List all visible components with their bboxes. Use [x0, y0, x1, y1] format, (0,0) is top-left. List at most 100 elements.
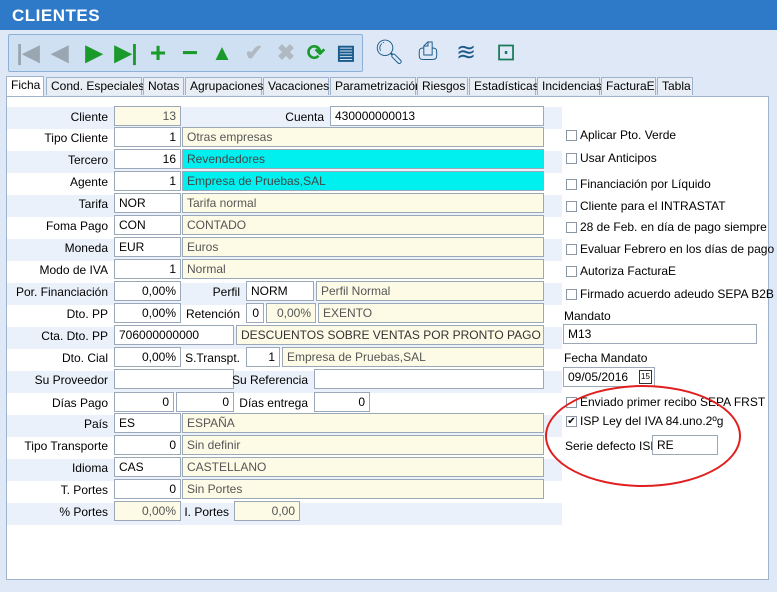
idioma-code[interactable]: CAS [114, 457, 181, 477]
t-portes-desc: Sin Portes [182, 479, 544, 499]
intrastat-label: Cliente para el INTRASTAT [580, 199, 726, 213]
retencion-desc: EXENTO [318, 303, 544, 323]
su-referencia-field[interactable] [314, 369, 544, 389]
dias-entrega-field[interactable]: 0 [314, 392, 370, 412]
tab-tabla[interactable]: Tabla [657, 77, 693, 95]
forma-pago-code[interactable]: CON [114, 215, 181, 235]
s-transpt-desc: Empresa de Pruebas,SAL [282, 347, 544, 367]
delete-icon[interactable]: − [175, 37, 205, 69]
next-icon[interactable]: ▶ [79, 37, 109, 69]
up-icon[interactable]: ▲ [207, 37, 237, 69]
pct-portes-label: % Portes [59, 505, 108, 519]
pais-code[interactable]: ES [114, 413, 181, 433]
tarifa-desc: Tarifa normal [182, 193, 544, 213]
agente-label: Agente [69, 175, 108, 189]
dias-entrega-label: Días entrega [239, 396, 308, 410]
intrastat-checkbox[interactable] [566, 201, 577, 212]
retencion-label: Retención [185, 307, 240, 321]
perfil-label: Perfil [212, 285, 240, 299]
network-icon[interactable]: ≋ [449, 36, 483, 68]
last-icon[interactable]: ▶| [111, 37, 141, 69]
aplicar-pto-verde-checkbox[interactable] [566, 130, 577, 141]
feb28-label: 28 de Feb. en día de pago siempre [580, 220, 767, 234]
window-title: CLIENTES [0, 0, 777, 30]
evaluar-febrero-checkbox[interactable] [566, 244, 577, 255]
agente-code[interactable]: 1 [114, 171, 181, 191]
cuenta-field[interactable]: 430000000013 [330, 106, 544, 126]
idioma-desc: CASTELLANO [182, 457, 544, 477]
tipo-cliente-code[interactable]: 1 [114, 127, 181, 147]
print-icon[interactable]: ⎙ [411, 36, 445, 68]
usar-anticipos-label: Usar Anticipos [580, 151, 657, 165]
tab-cond-especiales[interactable]: Cond. Especiales [46, 77, 144, 95]
refresh-icon[interactable]: ⟳ [301, 37, 331, 69]
calendar-icon[interactable]: 15 [639, 370, 652, 384]
confirm-icon[interactable]: ✔ [239, 37, 269, 69]
tab-vacaciones[interactable]: Vacaciones [263, 77, 329, 95]
tarifa-label: Tarifa [78, 197, 108, 211]
sepa-b2b-checkbox[interactable] [566, 289, 577, 300]
modo-iva-desc: Normal [182, 259, 544, 279]
por-financiacion-label: Por. Financiación [15, 285, 108, 299]
tab-riesgos[interactable]: Riesgos [417, 77, 468, 95]
add-icon[interactable]: + [143, 37, 173, 69]
pais-label: País [83, 417, 108, 431]
search-icon[interactable]: 🔍︎ [372, 36, 406, 68]
tab-agrupaciones[interactable]: Agrupaciones [185, 77, 263, 95]
perfil-desc: Perfil Normal [316, 281, 544, 301]
cliente-field[interactable]: 13 [114, 106, 181, 126]
mandato-label: Mandato [564, 309, 611, 323]
tab-ficha[interactable]: Ficha [6, 76, 44, 96]
moneda-code[interactable]: EUR [114, 237, 181, 257]
pais-desc: ESPAÑA [182, 413, 544, 433]
autoriza-facturae-label: Autoriza FacturaE [580, 264, 677, 278]
dias-pago-label: Días Pago [51, 396, 108, 410]
i-portes-field: 0,00 [234, 501, 300, 521]
tab-parametrizacion[interactable]: Parametrización [330, 77, 422, 95]
tarifa-code[interactable]: NOR [114, 193, 181, 213]
tipo-transporte-desc: Sin definir [182, 435, 544, 455]
tercero-code[interactable]: 16 [114, 149, 181, 169]
list-icon[interactable]: ▤ [331, 37, 361, 69]
tab-estadisticas[interactable]: Estadísticas [469, 77, 539, 95]
dto-pp-label: Dto. PP [66, 307, 108, 321]
moneda-desc: Euros [182, 237, 544, 257]
financiacion-liquido-label: Financiación por Líquido [580, 177, 711, 191]
retencion-code[interactable]: 0 [246, 303, 264, 323]
tipo-cliente-label: Tipo Cliente [44, 131, 108, 145]
su-proveedor-label: Su Proveedor [34, 373, 108, 387]
cta-dto-pp-desc: DESCUENTOS SOBRE VENTAS POR PRONTO PAGO … [236, 325, 544, 345]
t-portes-code[interactable]: 0 [114, 479, 181, 499]
tipo-transporte-code[interactable]: 0 [114, 435, 181, 455]
tab-notas[interactable]: Notas [143, 77, 184, 95]
exit-icon[interactable]: ⊡ [489, 36, 523, 68]
tipo-cliente-desc: Otras empresas [182, 127, 544, 147]
tab-incidencias[interactable]: Incidencias [537, 77, 602, 95]
dias-pago-field-1[interactable]: 0 [114, 392, 174, 412]
s-transpt-code[interactable]: 1 [246, 347, 280, 367]
cancel-icon[interactable]: ✖ [271, 37, 301, 69]
aplicar-pto-verde-label: Aplicar Pto. Verde [580, 128, 677, 142]
por-financiacion-field[interactable]: 0,00% [114, 281, 181, 301]
cta-dto-pp-code[interactable]: 706000000000 [114, 325, 234, 345]
t-portes-label: T. Portes [60, 483, 108, 497]
prev-icon[interactable]: ◀ [45, 37, 75, 69]
sepa-b2b-label: Firmado acuerdo adeudo SEPA B2B [580, 287, 774, 301]
su-proveedor-field[interactable] [114, 369, 234, 389]
financiacion-liquido-checkbox[interactable] [566, 179, 577, 190]
modo-iva-code[interactable]: 1 [114, 259, 181, 279]
mandato-field[interactable]: M13 [563, 324, 757, 344]
dias-pago-field-2[interactable]: 0 [176, 392, 234, 412]
modo-iva-label: Modo de IVA [39, 263, 108, 277]
dto-pp-field[interactable]: 0,00% [114, 303, 181, 323]
usar-anticipos-checkbox[interactable] [566, 153, 577, 164]
dto-cial-field[interactable]: 0,00% [114, 347, 181, 367]
tab-facturae[interactable]: FacturaE [601, 77, 656, 95]
autoriza-facturae-checkbox[interactable] [566, 266, 577, 277]
first-icon[interactable]: |◀ [13, 37, 43, 69]
perfil-code[interactable]: NORM [246, 281, 314, 301]
feb28-checkbox[interactable] [566, 222, 577, 233]
evaluar-febrero-label: Evaluar Febrero en los días de pago [580, 242, 775, 256]
dto-cial-label: Dto. Cial [61, 351, 108, 365]
cta-dto-pp-label: Cta. Dto. PP [41, 329, 108, 343]
